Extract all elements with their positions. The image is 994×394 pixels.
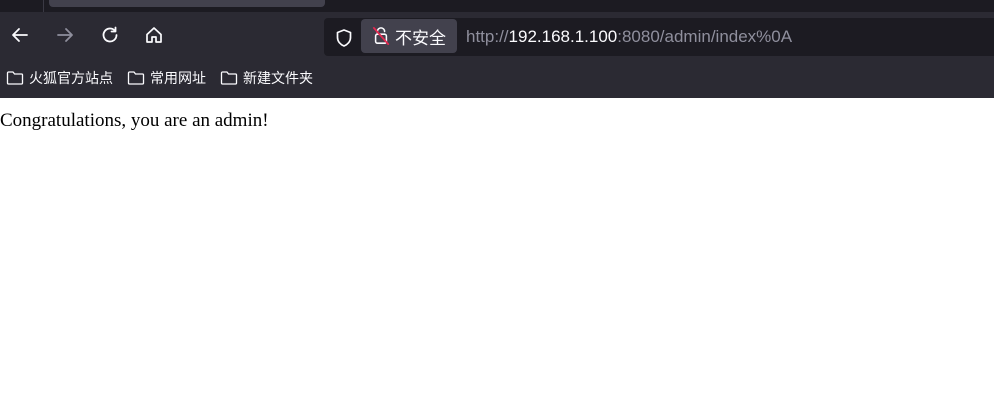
back-arrow-icon bbox=[12, 28, 28, 42]
home-button[interactable] bbox=[142, 23, 166, 47]
bookmark-folder-common-urls[interactable]: 常用网址 bbox=[127, 68, 206, 88]
url-bar[interactable]: 不安全 http://192.168.1.100:8080/admin/inde… bbox=[324, 18, 994, 56]
bookmark-folder-new-folder[interactable]: 新建文件夹 bbox=[220, 68, 313, 88]
url-text[interactable]: http://192.168.1.100:8080/admin/index%0A bbox=[466, 18, 792, 56]
tracking-protection-button[interactable] bbox=[332, 26, 356, 50]
forward-button[interactable] bbox=[53, 23, 77, 47]
admin-message: Congratulations, you are an admin! bbox=[0, 110, 269, 131]
reload-button[interactable] bbox=[98, 23, 122, 47]
tab-strip bbox=[0, 0, 994, 12]
back-button[interactable] bbox=[8, 23, 32, 47]
page-content: Congratulations, you are an admin! bbox=[0, 98, 994, 394]
folder-icon bbox=[220, 71, 238, 85]
navigation-toolbar: 不安全 http://192.168.1.100:8080/admin/inde… bbox=[0, 12, 994, 58]
bookmarks-bar: 火狐官方站点 常用网址 新建文件夹 bbox=[0, 58, 994, 98]
insecure-lock-icon bbox=[371, 24, 391, 48]
bookmark-label: 火狐官方站点 bbox=[29, 71, 113, 87]
tab-separator bbox=[43, 0, 44, 12]
bookmark-label: 常用网址 bbox=[150, 71, 206, 87]
folder-icon bbox=[127, 71, 145, 85]
url-host: 192.168.1.100 bbox=[508, 27, 618, 46]
folder-icon bbox=[6, 71, 24, 85]
url-path: :8080/admin/index%0A bbox=[617, 27, 793, 46]
url-scheme: http:// bbox=[466, 27, 509, 46]
reload-icon bbox=[102, 26, 118, 43]
forward-arrow-icon bbox=[57, 28, 73, 42]
home-icon bbox=[146, 27, 162, 43]
bookmark-label: 新建文件夹 bbox=[243, 71, 313, 87]
active-tab[interactable] bbox=[49, 0, 325, 7]
bookmark-folder-firefox-sites[interactable]: 火狐官方站点 bbox=[6, 68, 113, 88]
shield-icon bbox=[336, 29, 352, 47]
security-label: 不安全 bbox=[395, 28, 446, 49]
connection-security-button[interactable]: 不安全 bbox=[361, 19, 457, 53]
